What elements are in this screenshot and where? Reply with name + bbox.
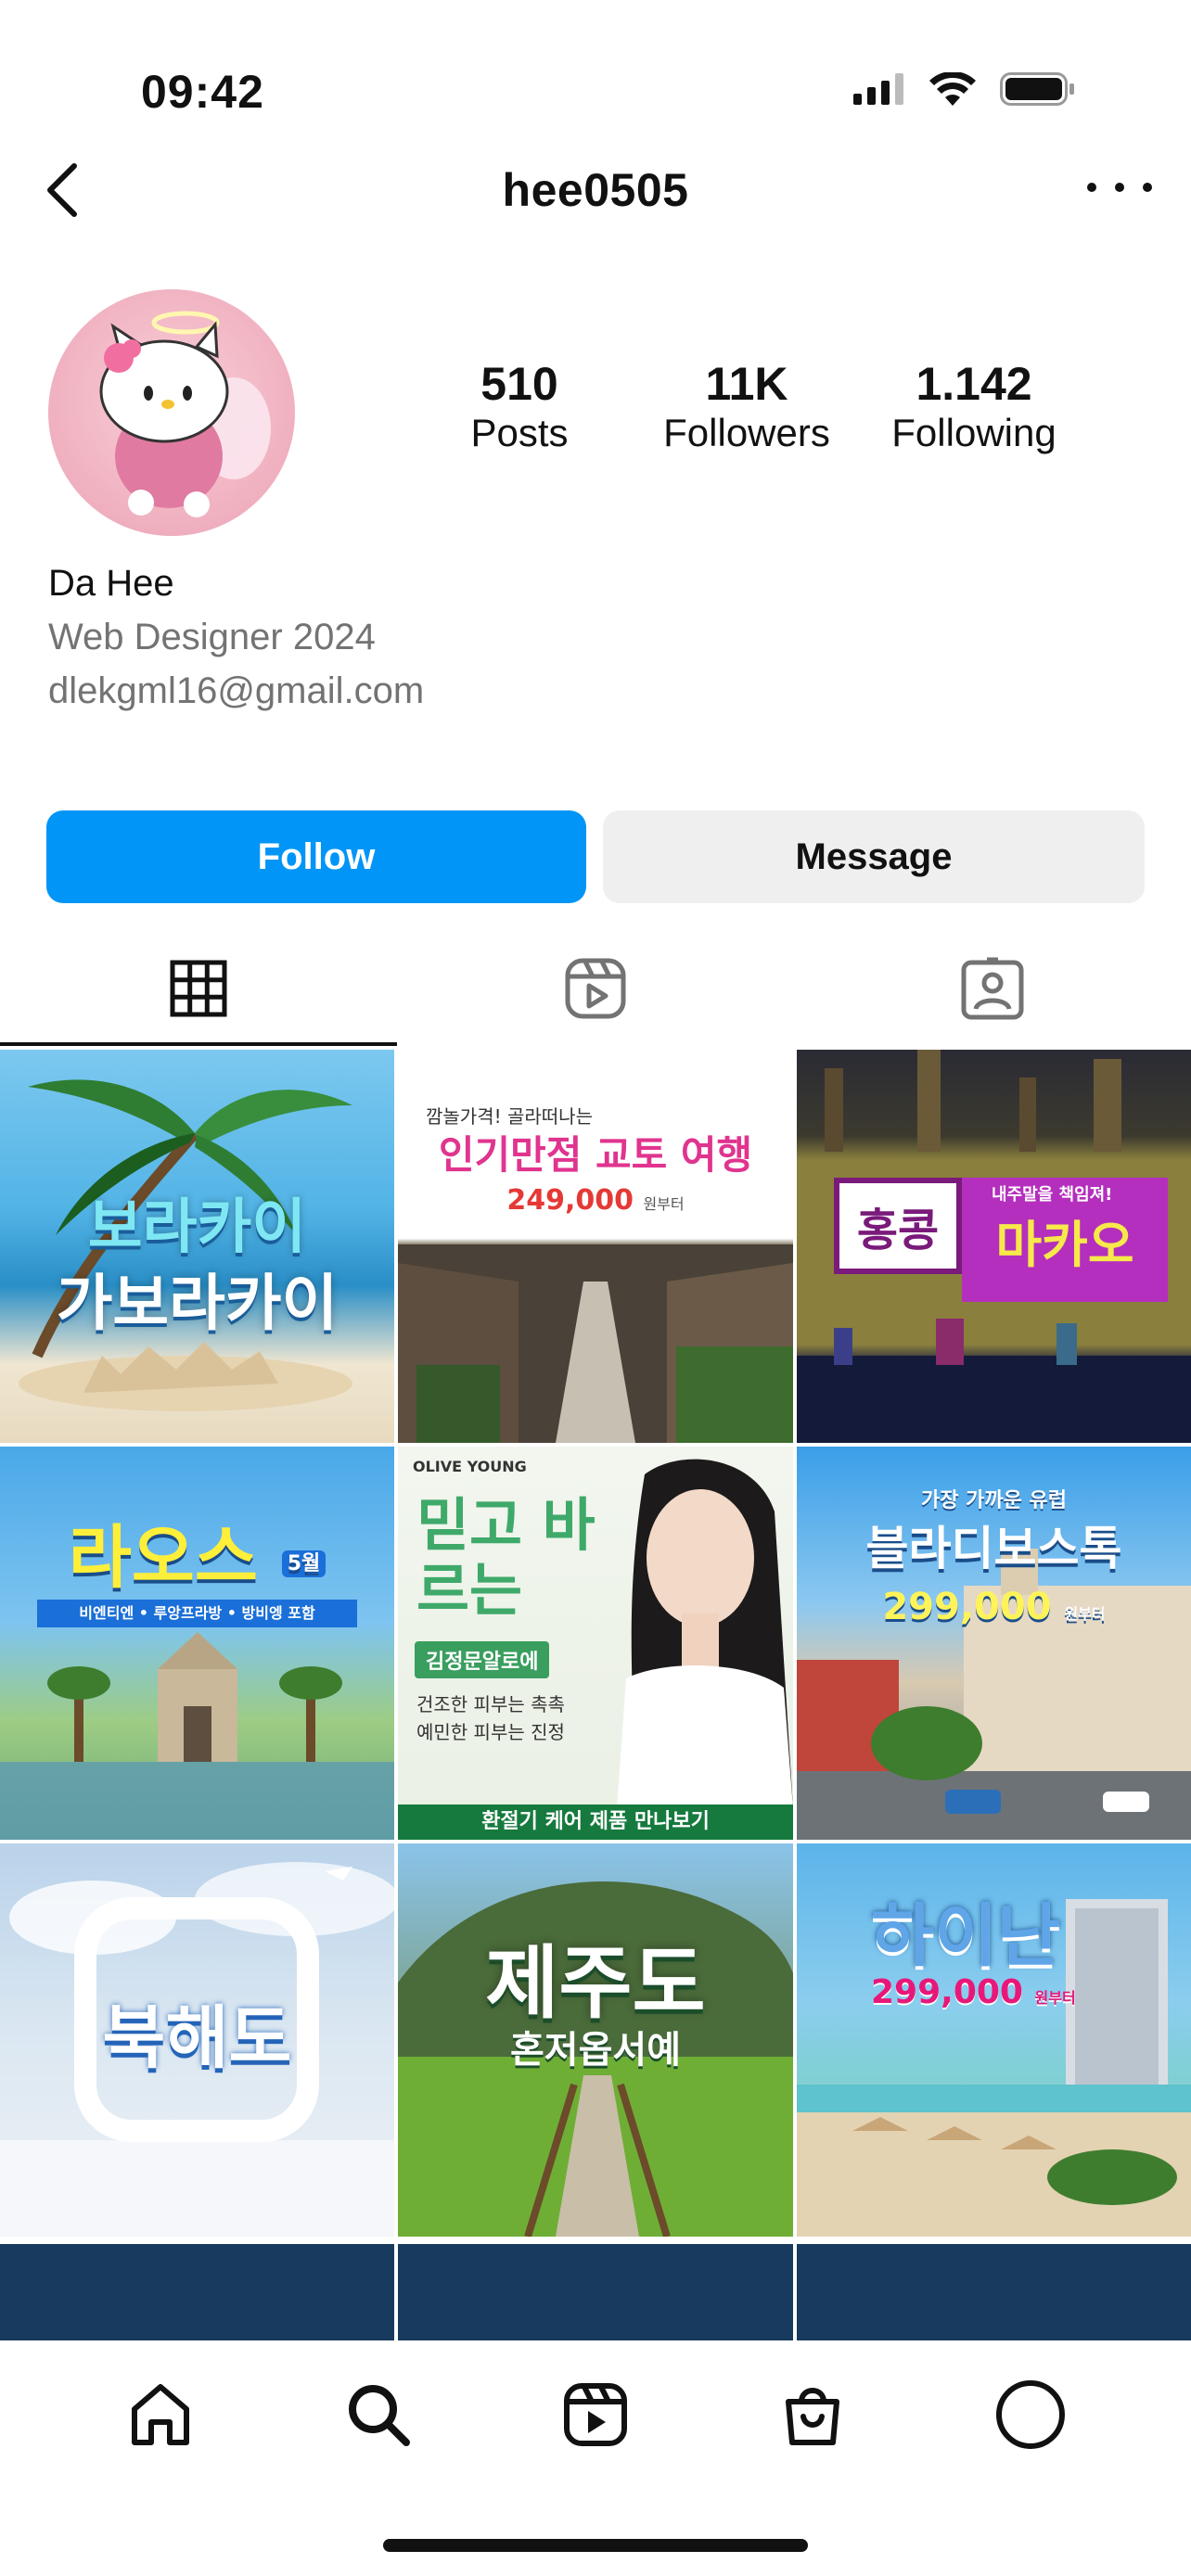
stat-following[interactable]: 1.142 Following bbox=[863, 358, 1085, 456]
post-tile[interactable]: 보라카이 가보라카이 bbox=[0, 1050, 394, 1443]
post-price: 249,000 원부터 bbox=[398, 1184, 793, 1217]
profile-stats: 510 Posts 11K Followers 1.142 Following bbox=[464, 358, 1132, 456]
post-tile[interactable] bbox=[0, 2244, 394, 2340]
post-price: 299,000 원부터 bbox=[871, 1973, 1076, 2011]
reels-icon bbox=[565, 958, 626, 1019]
search-icon bbox=[348, 2385, 410, 2446]
stat-value: 510 bbox=[480, 358, 558, 410]
post-subtitle: 가보라카이 bbox=[56, 1268, 339, 1339]
nav-search-button[interactable] bbox=[332, 2368, 425, 2461]
stat-followers[interactable]: 11K Followers bbox=[635, 358, 858, 456]
stat-value: 11K bbox=[705, 358, 788, 410]
follow-button[interactable]: Follow bbox=[46, 810, 586, 903]
profile-display-name: Da Hee bbox=[48, 563, 174, 604]
post-title: 보라카이 bbox=[87, 1193, 307, 1262]
post-tile[interactable] bbox=[797, 2244, 1191, 2340]
stat-label: Posts bbox=[470, 411, 569, 454]
more-options-button[interactable] bbox=[1087, 169, 1152, 206]
posts-grid: 보라카이 가보라카이 깜놀가격! 골라떠나는 인기만점 교토 여행 249,00… bbox=[0, 1050, 1191, 2237]
post-title: 하이난 bbox=[871, 1896, 1061, 1976]
battery-icon bbox=[1000, 72, 1074, 106]
more-dot-icon bbox=[1087, 183, 1096, 192]
hello-kitty-angel-icon bbox=[99, 311, 271, 517]
model-portrait-icon bbox=[617, 1459, 793, 1808]
post-tag: 내주말을 책임져! bbox=[992, 1185, 1113, 1205]
post-line1: 건조한 피부는 촉촉 bbox=[416, 1693, 565, 1715]
bio-email[interactable]: dlekgml16@gmail.com bbox=[48, 664, 424, 718]
post-cta: 환절기 케어 제품 만나보기 bbox=[398, 1804, 793, 1840]
posts-grid-partial-row bbox=[0, 2244, 1191, 2340]
stat-posts[interactable]: 510 Posts bbox=[408, 358, 631, 456]
price-suffix: 원부터 bbox=[643, 1195, 685, 1213]
post-title: 인기만점 교토 여행 bbox=[438, 1132, 753, 1178]
profile-header: hee0505 bbox=[0, 148, 1191, 232]
post-title: 북해도 bbox=[102, 1998, 292, 2078]
price-suffix: 원부터 bbox=[1064, 1605, 1106, 1623]
price-value: 299,000 bbox=[871, 1973, 1023, 2011]
arch-monument-icon bbox=[0, 1632, 394, 1840]
message-button[interactable]: Message bbox=[603, 810, 1145, 903]
post-product: 김정문알로에 bbox=[415, 1641, 550, 1678]
post-line2: 예민한 피부는 진정 bbox=[416, 1721, 565, 1743]
profile-icon bbox=[995, 2380, 1065, 2449]
brand-logo: OLIVE YOUNG bbox=[413, 1458, 527, 1475]
post-tile[interactable] bbox=[398, 2244, 793, 2340]
nav-profile-button[interactable] bbox=[984, 2368, 1077, 2461]
avatar[interactable] bbox=[48, 289, 295, 536]
more-dot-icon bbox=[1115, 183, 1124, 192]
more-dot-icon bbox=[1143, 183, 1152, 192]
post-tile[interactable]: 라오스 5월 비엔티엔 • 루앙프라방 • 방비엥 포함 bbox=[0, 1447, 394, 1840]
price-value: 249,000 bbox=[506, 1184, 634, 1217]
stat-label: Following bbox=[891, 411, 1057, 454]
home-indicator[interactable] bbox=[383, 2539, 808, 2552]
nav-reels-button[interactable] bbox=[549, 2368, 642, 2461]
title-box: 홍콩 bbox=[834, 1178, 962, 1274]
post-subtitle: 혼저옵서예 bbox=[510, 2029, 681, 2072]
post-subtitle: 마카오 bbox=[995, 1215, 1134, 1274]
grid-icon bbox=[170, 960, 227, 1017]
tab-tagged[interactable] bbox=[794, 931, 1191, 1046]
bottom-nav bbox=[0, 2340, 1191, 2576]
price-suffix: 원부터 bbox=[1034, 1989, 1076, 2007]
status-time: 09:42 bbox=[141, 66, 264, 118]
post-title: 믿고 바르는 bbox=[416, 1491, 596, 1624]
profile-bio: Da Hee Web Designer 2024 dlekgml16@gmail… bbox=[48, 556, 424, 718]
post-title: 제주도 bbox=[485, 1937, 706, 2030]
nav-home-button[interactable] bbox=[114, 2368, 207, 2461]
wifi-icon bbox=[929, 72, 976, 106]
post-tile[interactable]: 북해도 bbox=[0, 1843, 394, 2237]
price-value: 299,000 bbox=[882, 1586, 1052, 1628]
tab-reels[interactable] bbox=[397, 931, 794, 1046]
home-icon bbox=[132, 2384, 190, 2445]
post-title: 홍콩 bbox=[856, 1205, 940, 1256]
post-tile[interactable]: 홍콩 마카오 내주말을 책임져! bbox=[797, 1050, 1191, 1443]
stat-value: 1.142 bbox=[916, 358, 1032, 410]
stat-label: Followers bbox=[663, 411, 830, 454]
profile-tabs bbox=[0, 931, 1191, 1046]
reels-icon bbox=[563, 2383, 627, 2446]
status-icons bbox=[853, 70, 1076, 108]
bio-occupation: Web Designer 2024 bbox=[48, 617, 376, 657]
tab-posts-grid[interactable] bbox=[0, 931, 397, 1046]
kyoto-street-icon bbox=[398, 1244, 793, 1443]
shop-bag-icon bbox=[786, 2388, 840, 2445]
post-tag: 가장 가까운 유럽 bbox=[921, 1489, 1067, 1512]
profile-username: hee0505 bbox=[502, 164, 689, 216]
post-price: 299,000 원부터 bbox=[797, 1586, 1191, 1628]
tagged-person-icon bbox=[961, 957, 1024, 1020]
post-tile[interactable]: OLIVE YOUNG 믿고 바르는 김정문알로에 건조한 피부는 촉촉 예민한… bbox=[398, 1447, 793, 1840]
post-tile[interactable]: 제주도 혼저옵서예 bbox=[398, 1843, 793, 2237]
post-tile[interactable]: 하이난 299,000 원부터 bbox=[797, 1843, 1191, 2237]
post-tile[interactable]: 가장 가까운 유럽 블라디보스톡 299,000 원부터 bbox=[797, 1447, 1191, 1840]
cellular-signal-icon bbox=[853, 73, 903, 105]
nav-shop-button[interactable] bbox=[766, 2368, 859, 2461]
post-title: 블라디보스톡 bbox=[865, 1522, 1122, 1575]
post-tile[interactable]: 깜놀가격! 골라떠나는 인기만점 교토 여행 249,000 원부터 bbox=[398, 1050, 793, 1443]
